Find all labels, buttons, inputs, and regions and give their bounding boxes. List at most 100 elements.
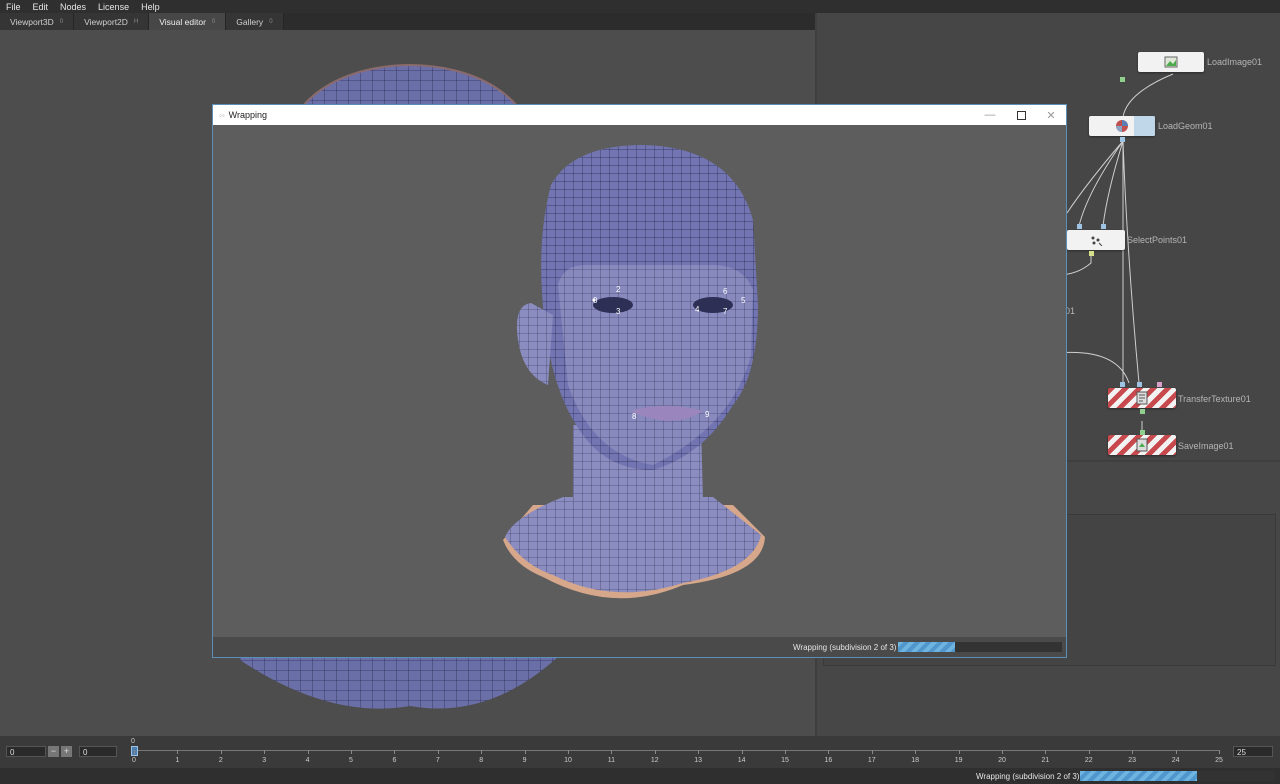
- timeline-track: [134, 750, 1219, 751]
- maximize-button[interactable]: [1006, 105, 1036, 125]
- timeline-tick-label: 18: [911, 757, 920, 764]
- timeline-tick-label: 13: [694, 757, 703, 764]
- timeline-tick-label: 11: [607, 757, 616, 764]
- timeline-tick: [394, 750, 396, 754]
- dialog-title: Wrapping: [228, 110, 268, 120]
- node-transfer-texture[interactable]: [1108, 388, 1176, 408]
- transfer-icon: [1136, 391, 1148, 405]
- node-save-image[interactable]: [1108, 435, 1176, 455]
- timeline-tick: [481, 750, 483, 754]
- timeline-tick: [958, 750, 960, 754]
- minimize-button[interactable]: —: [975, 105, 1005, 125]
- status-progress-text: Wrapping (subdivision 2 of 3): [976, 772, 1080, 781]
- timeline-tick: [134, 750, 135, 754]
- menu-edit[interactable]: Edit: [27, 2, 55, 12]
- timeline-tick-label: 21: [1041, 757, 1050, 764]
- landmark-label: 3: [616, 307, 621, 316]
- menu-help[interactable]: Help: [135, 2, 166, 12]
- timeline-tick-label: 6: [392, 757, 397, 764]
- port[interactable]: [1137, 382, 1142, 387]
- current-frame-field[interactable]: 0: [79, 746, 117, 757]
- status-progress-bar: [1080, 771, 1275, 781]
- menu-license[interactable]: License: [92, 2, 135, 12]
- port[interactable]: [1120, 137, 1125, 142]
- wrap-preview-head: 0 2 3 4 6 5 7 8 9: [503, 145, 765, 599]
- node-load-image[interactable]: [1138, 52, 1204, 72]
- image-icon: [1164, 56, 1178, 68]
- decrement-button[interactable]: −: [48, 746, 59, 757]
- landmark-label: 8: [632, 412, 637, 421]
- dialog-progress-text: Wrapping (subdivision 2 of 3): [793, 643, 897, 652]
- timeline-tick: [698, 750, 700, 754]
- node-select-points[interactable]: [1067, 230, 1125, 250]
- timeline-tick-label: 2: [218, 757, 223, 764]
- menu-nodes[interactable]: Nodes: [54, 2, 92, 12]
- timeline-tick-label: 14: [737, 757, 746, 764]
- timeline-tick: [177, 750, 179, 754]
- port[interactable]: [1089, 251, 1094, 256]
- timeline-tick-label: 12: [650, 757, 659, 764]
- timeline-tick: [1045, 750, 1047, 754]
- landmark-label: 0: [593, 296, 598, 305]
- landmark-label: 5: [741, 296, 746, 305]
- increment-button[interactable]: +: [61, 746, 72, 757]
- landmark-label: 7: [723, 307, 728, 316]
- timeline-tick-label: 19: [954, 757, 963, 764]
- timeline-tick: [524, 750, 526, 754]
- timeline-tick: [1002, 750, 1003, 754]
- timeline-tick-label: 9: [522, 757, 527, 764]
- timeline-tick: [741, 750, 743, 754]
- timeline-ruler[interactable]: 0 1 2 3 4 5 6 7 8 9 10 11 12 13 14 15 16 17 18 19 20 21 22 23 24…: [131, 746, 1223, 766]
- dialog-progress-fill: [898, 642, 956, 652]
- port[interactable]: [1101, 224, 1106, 229]
- timeline-tick: [264, 750, 266, 754]
- node-label-transfer-texture: TransferTexture01: [1178, 394, 1251, 404]
- end-frame-field[interactable]: 25: [1233, 746, 1273, 757]
- landmark-label: 9: [705, 410, 710, 419]
- node-label-load-geom: LoadGeom01: [1158, 121, 1213, 131]
- timeline-tick: [307, 750, 309, 754]
- app-icon: ◦◦: [219, 110, 225, 120]
- port[interactable]: [1140, 409, 1145, 414]
- wrapping-dialog[interactable]: ◦◦ Wrapping — ✕ 0 2 3 4 6 5 7 8 9 Wrappi…: [212, 104, 1067, 658]
- geometry-icon: [1116, 120, 1128, 132]
- timeline-tick-label: 4: [305, 757, 310, 764]
- timeline-tick-label: 20: [998, 757, 1006, 764]
- timeline-tick: [828, 750, 830, 754]
- timeline-tick-label: 17: [867, 757, 876, 764]
- timeline-tick-label: 0: [132, 757, 136, 764]
- port[interactable]: [1157, 382, 1162, 387]
- port[interactable]: [1140, 430, 1145, 435]
- close-button[interactable]: ✕: [1036, 105, 1066, 125]
- timeline-tick: [1175, 750, 1177, 754]
- start-frame-field[interactable]: 0: [6, 746, 46, 757]
- timeline-tick-label: 5: [349, 757, 353, 764]
- menu-file[interactable]: File: [0, 2, 27, 12]
- port[interactable]: [1120, 77, 1125, 82]
- timeline-tick: [351, 750, 352, 754]
- landmark-label: 2: [616, 285, 621, 294]
- timeline-tick-label: 10: [564, 757, 572, 764]
- timeline-tick: [1088, 750, 1090, 754]
- timeline-tick-label: 7: [435, 757, 440, 764]
- port[interactable]: [1120, 382, 1125, 387]
- dialog-titlebar[interactable]: ◦◦ Wrapping — ✕: [213, 105, 1066, 125]
- timeline-tick-label: 22: [1084, 757, 1093, 764]
- timeline-bar: 0 − + 0 0 0 1 2 3 4 5 6 7 8 9 10 11 12 13 14 15 16 17 18 19…: [0, 736, 1280, 768]
- maximize-icon: [1016, 110, 1026, 120]
- port[interactable]: [1077, 224, 1082, 229]
- dialog-progress-bar: [898, 642, 1062, 652]
- timeline-tick: [785, 750, 786, 754]
- timeline-tick: [871, 750, 873, 754]
- timeline-tick: [1219, 750, 1220, 754]
- tab-viewport2d[interactable]: Viewport2D H: [74, 13, 150, 30]
- timeline-tick-label: 24: [1171, 757, 1180, 764]
- dialog-status-bar: Wrapping (subdivision 2 of 3): [213, 637, 1066, 657]
- timeline-tick-label: 1: [175, 757, 180, 764]
- node-label-load-image: LoadImage01: [1207, 57, 1263, 67]
- tab-gallery[interactable]: Gallery 0: [226, 13, 284, 30]
- tab-viewport3d[interactable]: Viewport3D 0: [0, 13, 75, 30]
- tab-visual-editor[interactable]: Visual editor 0: [149, 13, 227, 30]
- node-label-save-image: SaveImage01: [1178, 441, 1234, 451]
- timeline-tick-label: 3: [262, 757, 267, 764]
